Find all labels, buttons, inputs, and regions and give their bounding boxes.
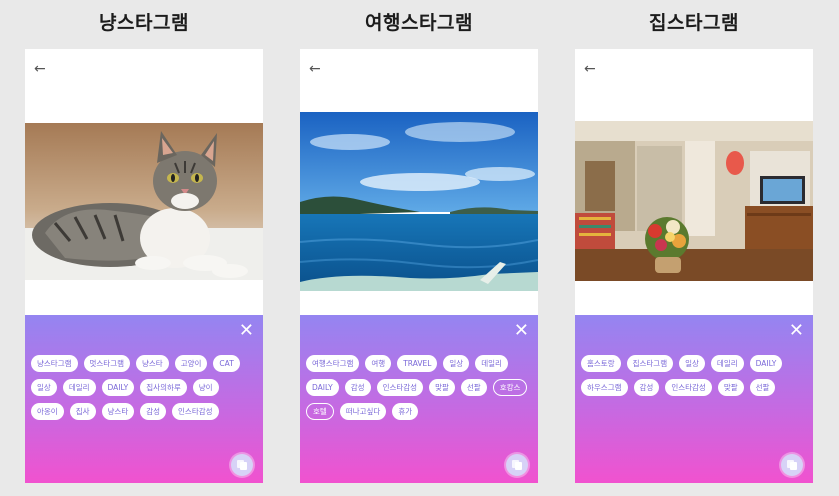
hashtag-chip[interactable]: 휴가 — [392, 403, 419, 420]
home-photo — [575, 121, 813, 281]
hashtag-chip[interactable]: 감성 — [344, 379, 371, 396]
screen-title: 여행스타그램 — [365, 12, 473, 34]
hashtag-chip[interactable]: DAILY — [306, 379, 339, 396]
phone-frame: ← — [300, 49, 538, 483]
hashtag-chip[interactable]: 냥스타 — [101, 403, 135, 420]
hashtag-chip[interactable]: 집사 — [69, 403, 96, 420]
screen-title: 냥스타그램 — [99, 12, 189, 34]
hashtag-chip[interactable]: 냥이 — [192, 379, 219, 396]
travel-photo — [300, 112, 538, 291]
hashtag-chip[interactable]: 데일리 — [475, 355, 508, 372]
tag-list: 홈스토랑 집스타그램 일상 데일리 DAILY 하우스그램 감성 인스타감성 맞… — [581, 355, 807, 396]
hashtag-chip[interactable]: 선팔 — [749, 379, 776, 396]
close-icon[interactable]: ✕ — [514, 322, 529, 340]
close-icon[interactable]: ✕ — [789, 322, 804, 340]
copy-icon[interactable] — [231, 454, 253, 476]
hashtag-panel: ✕ 여행스타그램 여행 TRAVEL 일상 데일리 DAILY 감성 인스타감성… — [300, 315, 538, 483]
hashtag-chip[interactable]: 여행 — [365, 355, 392, 372]
hashtag-chip[interactable]: 일상 — [31, 379, 57, 396]
hashtag-chip[interactable]: 여행스타그램 — [306, 355, 360, 372]
hashtag-chip[interactable]: 데일리 — [710, 355, 744, 372]
hashtag-chip[interactable]: 홈스토랑 — [581, 355, 621, 372]
hashtag-chip[interactable]: DAILY — [749, 355, 783, 372]
hashtag-chip[interactable]: 냥스타그램 — [31, 355, 78, 372]
hashtag-chip[interactable]: 일상 — [443, 355, 470, 372]
back-arrow-icon[interactable]: ← — [34, 61, 46, 77]
hashtag-chip-selected[interactable]: 호캉스 — [492, 379, 528, 396]
hashtag-chip[interactable]: 일상 — [679, 355, 705, 372]
back-arrow-icon[interactable]: ← — [309, 61, 321, 77]
hashtag-panel: ✕ 냥스타그램 멋스타그램 냥스타 고양이 CAT 일상 데일리 DAILY 집… — [25, 315, 263, 483]
hashtag-chip[interactable]: 멋스타그램 — [83, 355, 130, 372]
hashtag-chip[interactable]: 인스타감성 — [172, 403, 219, 420]
hashtag-chip[interactable]: 선팔 — [460, 379, 487, 396]
hashtag-chip[interactable]: 집스타그램 — [626, 355, 674, 372]
copy-icon[interactable] — [506, 454, 528, 476]
cat-photo — [25, 123, 263, 280]
hashtag-chip[interactable]: 데일리 — [62, 379, 96, 396]
hashtag-panel: ✕ 홈스토랑 집스타그램 일상 데일리 DAILY 하우스그램 감성 인스타감성… — [575, 315, 813, 483]
hashtag-chip[interactable]: 냥스타 — [136, 355, 169, 372]
hashtag-chip-selected[interactable]: 호텔 — [306, 403, 334, 420]
hashtag-chip[interactable]: CAT — [213, 355, 240, 372]
hashtag-chip[interactable]: TRAVEL — [397, 355, 438, 372]
copy-icon[interactable] — [781, 454, 803, 476]
hashtag-chip[interactable]: 맞팔 — [429, 379, 455, 396]
hashtag-chip[interactable]: 감성 — [140, 403, 167, 420]
screen-title: 집스타그램 — [649, 12, 739, 34]
phone-frame: ← — [575, 49, 813, 483]
hashtag-chip[interactable]: 인스타감성 — [665, 379, 712, 396]
hashtag-chip[interactable]: 감성 — [633, 379, 660, 396]
hashtag-chip[interactable]: 떠나고싶다 — [339, 403, 387, 420]
close-icon[interactable]: ✕ — [239, 322, 254, 340]
hashtag-chip[interactable]: 맞팔 — [717, 379, 744, 396]
hashtag-chip[interactable]: 아옹이 — [31, 403, 64, 420]
hashtag-chip[interactable]: 고양이 — [174, 355, 208, 372]
tag-list: 냥스타그램 멋스타그램 냥스타 고양이 CAT 일상 데일리 DAILY 집사의… — [31, 355, 257, 420]
hashtag-chip[interactable]: 집사의하루 — [140, 379, 187, 396]
hashtag-chip[interactable]: 하우스그램 — [581, 379, 628, 396]
phone-frame: ← — [25, 49, 263, 483]
back-arrow-icon[interactable]: ← — [584, 61, 596, 77]
hashtag-chip[interactable]: 인스타감성 — [376, 379, 424, 396]
hashtag-chip[interactable]: DAILY — [101, 379, 135, 396]
tag-list: 여행스타그램 여행 TRAVEL 일상 데일리 DAILY 감성 인스타감성 맞… — [306, 355, 532, 420]
